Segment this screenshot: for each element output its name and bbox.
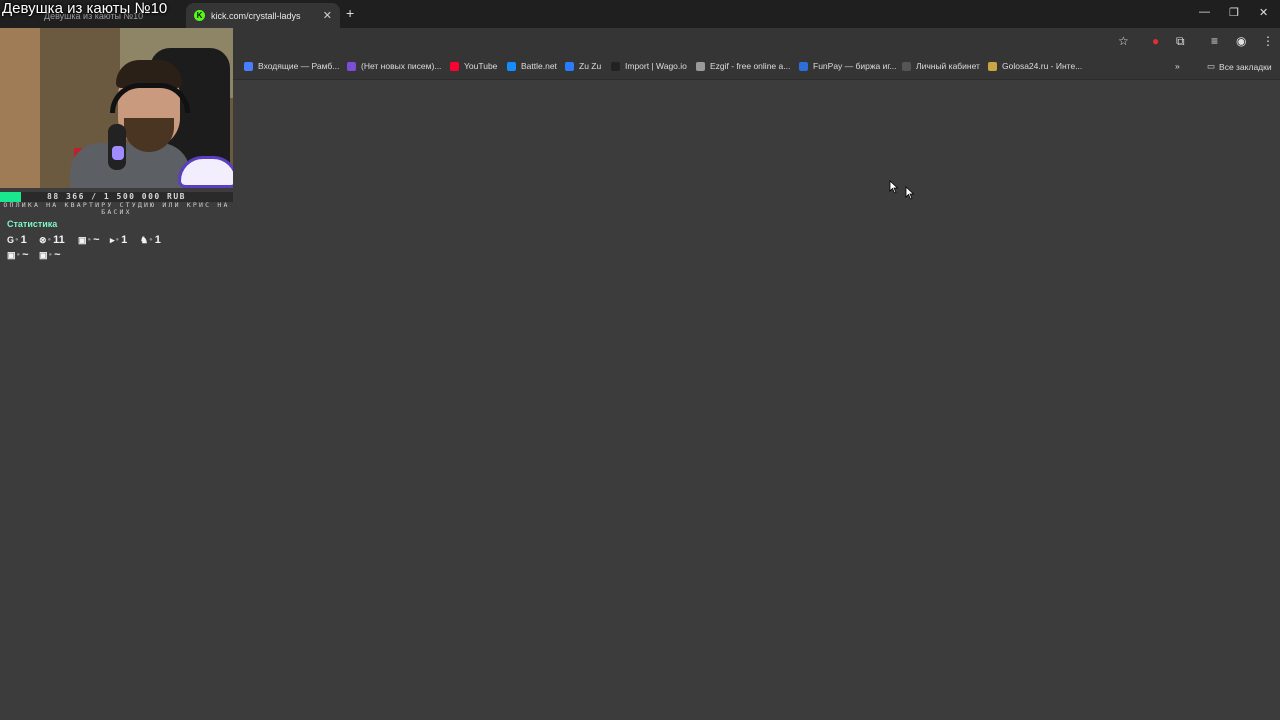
bookmark-item[interactable]: YouTube [450,61,497,71]
tab-close-icon[interactable]: ✕ [323,9,332,22]
bookmark-label: Личный кабинет [916,61,980,71]
bookmark-favicon-icon [902,61,911,71]
bookmark-label: Battle.net [521,61,557,71]
bookmark-favicon-icon [450,61,459,71]
stream-title: Девушка из каюты №10 [2,0,168,17]
stat-item: G ● 1 [7,234,27,246]
stat-dot-icon: ● [87,237,92,243]
bookmark-favicon-icon [507,61,516,71]
stat-dot-icon: ● [115,237,120,243]
kick-favicon-icon: K [194,10,205,21]
media-controls-icon[interactable]: ≡ [1211,34,1218,48]
stat-value: 11 [53,234,65,246]
bookmark-favicon-icon [347,61,356,71]
bookmark-item[interactable]: Import | Wago.io [611,61,687,71]
stat-value: 1 [154,234,161,246]
tab-active[interactable]: K kick.com/crystall-ladys ✕ [186,3,340,28]
bookmark-label: Golosa24.ru - Инте... [1002,61,1083,71]
stat-value: ~ [54,249,61,261]
stat-item: ▣ ● ~ [39,249,61,261]
stat-item: ▸ ● 1 [110,234,127,246]
bookmark-label: FunPay — биржа иг... [813,61,897,71]
stat-value: ~ [93,234,100,246]
bookmark-item[interactable]: Battle.net [507,61,557,71]
bookmark-item[interactable]: Golosa24.ru - Инте... [988,61,1082,71]
close-window-button[interactable]: ✕ [1259,6,1268,19]
bookmark-label: (Нет новых писем)... [361,61,442,71]
stat-value: ~ [22,249,29,261]
bookmark-favicon-icon [799,61,808,71]
bookmark-item[interactable]: Входящие — Рамб... [244,61,339,71]
goal-amount: 88 366 / 1 500 000 RUB [47,192,186,201]
stat-dot-icon: ● [48,252,53,258]
stat-dot-icon: ● [15,237,19,243]
bookmark-star-icon[interactable]: ☆ [1118,34,1129,48]
extension-red-icon[interactable]: ● [1152,34,1159,48]
bookmark-favicon-icon [988,61,997,71]
stats-title: Статистика [7,219,58,229]
maximize-button[interactable]: ❐ [1229,6,1239,19]
webcam-feed [0,28,233,188]
bookmark-item[interactable]: Ezgif - free online a... [696,61,790,71]
stat-value: 1 [20,234,27,246]
stat-item: ♞ ● 1 [140,234,161,246]
stat-item: ▣ ● ~ [78,234,100,246]
stat-dot-icon: ● [149,237,153,243]
bookmark-label: YouTube [464,61,498,71]
bookmark-label: Import | Wago.io [625,61,687,71]
stat-dot-icon: ● [47,237,52,243]
bookmark-favicon-icon [696,61,705,71]
all-bookmarks-button[interactable]: ▭ Все закладки [1207,61,1272,72]
bookmark-favicon-icon [565,61,574,71]
mouse-cursor-icon [889,180,899,194]
stat-icon: ▣ [39,249,48,260]
tab-label: kick.com/crystall-ladys [211,10,301,21]
stat-dot-icon: ● [16,252,21,258]
bookmark-label: Ezgif - free online a... [710,61,791,71]
stat-icon: ▸ [110,234,115,245]
bookmark-item[interactable]: FunPay — биржа иг... [799,61,897,71]
menu-kebab-icon[interactable]: ⋮ [1262,34,1274,48]
stat-icon: ▣ [78,234,87,245]
bookmark-label: Входящие — Рамб... [258,61,340,71]
stat-icon: ♞ [140,234,149,245]
new-tab-button[interactable]: + [346,5,354,21]
profile-icon[interactable]: ◉ [1236,34,1246,48]
goal-description: ОПЛИКА НА КВАРТИРУ СТУДИЮ ИЛИ КРИС НА БА… [3,201,230,216]
stat-item: ⊗ ● 11 [39,234,65,246]
mouse-cursor-icon [905,186,915,200]
extensions-puzzle-icon[interactable]: ⧉ [1176,34,1185,49]
folder-icon: ▭ [1207,61,1216,71]
bookmark-favicon-icon [244,61,253,71]
cat-mascot-icon [178,156,233,188]
stat-icon: G [7,235,15,245]
stat-icon: ▣ [7,249,16,260]
bookmark-label: Zu Zu [579,61,602,71]
bookmark-item[interactable]: (Нет новых писем)... [347,61,441,71]
stat-icon: ⊗ [39,234,47,245]
stat-item: ▣ ● ~ [7,249,29,261]
bookmark-item[interactable]: Zu Zu [565,61,601,71]
stat-value: 1 [121,234,128,246]
bookmark-item[interactable]: Личный кабинет [902,61,980,71]
minimize-button[interactable]: — [1199,6,1210,18]
more-bookmarks-button[interactable]: » [1175,61,1180,71]
bookmark-favicon-icon [611,61,620,71]
